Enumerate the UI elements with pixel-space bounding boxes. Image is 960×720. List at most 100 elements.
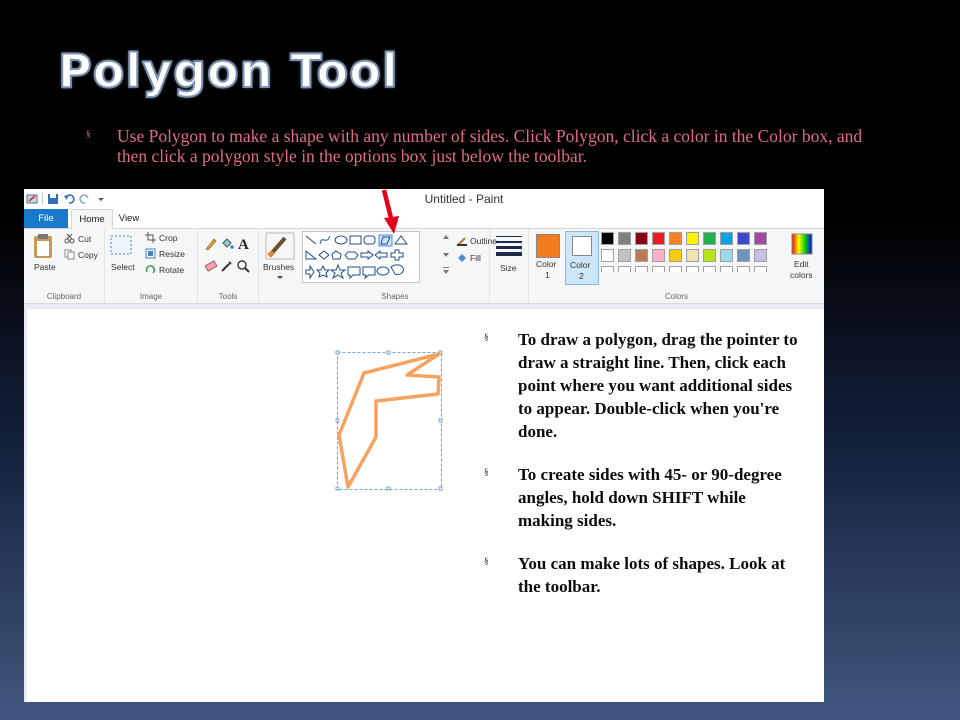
bullet-marker-icon: § [86,129,91,139]
fill-icon [458,254,466,262]
palette-swatch[interactable] [669,232,682,245]
edit-colors-icon[interactable] [791,233,813,255]
instruction-bullet-text: You can make lots of shapes. Look at the… [518,554,786,596]
rotate-icon [145,265,156,274]
red-arrow-icon [381,189,399,234]
palette-empty-swatch[interactable] [737,266,750,272]
colors-group-label: Colors [664,292,689,301]
palette-empty-swatch[interactable] [652,266,665,272]
crop-icon [145,232,156,243]
palette-swatch[interactable] [720,249,733,262]
brushes-button[interactable]: Brushes [263,262,294,272]
paste-icon[interactable] [32,233,54,259]
color1-number: 1 [545,270,550,280]
palette-swatch[interactable] [635,232,648,245]
shapes-group: Outline Fill Shapes [301,229,497,303]
tools-group: A Tools [198,229,259,303]
tab-home[interactable]: Home [71,209,113,230]
window-title: Untitled - Paint [424,192,504,206]
image-group-label: Image [139,292,163,301]
shapes-gallery[interactable] [302,231,420,283]
cut-button[interactable]: Cut [78,234,91,244]
text-tool-icon[interactable]: A [236,235,252,251]
palette-swatch[interactable] [703,232,716,245]
palette-empty-swatch[interactable] [720,266,733,272]
resize-button[interactable]: Resize [159,249,185,259]
select-icon[interactable] [110,235,132,257]
size-group: Size [490,229,529,303]
canvas-top-edge [24,304,824,309]
fill-button[interactable]: Fill [470,253,481,263]
palette-swatch[interactable] [754,249,767,262]
palette-swatch[interactable] [618,232,631,245]
instruction-bullet: § To create sides with 45- or 90-degree … [484,463,804,532]
crop-button[interactable]: Crop [159,233,177,243]
palette-swatch[interactable] [652,249,665,262]
color2-number: 2 [579,271,584,281]
ribbon: Paste Cut Copy Clipboard Select Crop Res… [24,229,824,304]
intro-bullet: § Use Polygon to make a shape with any n… [86,126,886,166]
colors-group: Color 1 Color 2 Edit colors Colors [529,229,824,303]
paste-button[interactable]: Paste [34,262,56,272]
palette-swatch[interactable] [737,249,750,262]
instruction-bullet: § To draw a polygon, drag the pointer to… [484,328,804,443]
instruction-bullet: § You can make lots of shapes. Look at t… [484,552,804,598]
palette-swatch[interactable] [686,249,699,262]
palette-empty-swatch[interactable] [635,266,648,272]
slide-title: Polygon Tool [57,43,399,99]
palette-empty-swatch[interactable] [703,266,716,272]
color2-swatch [572,236,592,256]
intro-bullet-text: Use Polygon to make a shape with any num… [117,126,863,166]
bullet-marker-icon: § [484,556,489,566]
palette-swatch[interactable] [703,249,716,262]
size-icon[interactable] [496,235,522,257]
image-group: Select Crop Resize Rotate Image [105,229,198,303]
palette-swatch[interactable] [601,249,614,262]
clipboard-group-label: Clipboard [46,292,82,301]
edit-colors-label-2[interactable]: colors [790,270,813,280]
copy-icon [64,249,75,260]
palette-swatch[interactable] [686,232,699,245]
drawn-polygon[interactable] [334,349,446,491]
brushes-icon[interactable] [265,232,295,260]
color2-button[interactable]: Color 2 [565,231,599,285]
instruction-bullet-text: To draw a polygon, drag the pointer to d… [518,330,798,441]
scissors-icon [64,233,75,244]
bullet-marker-icon: § [484,332,489,342]
paint-title-bar: Untitled - Paint [24,189,824,209]
pencil-icon[interactable] [204,237,218,251]
tab-file[interactable]: File [24,209,68,228]
tab-view[interactable]: View [112,209,146,228]
color2-label: Color [570,260,591,270]
copy-button[interactable]: Copy [78,250,98,260]
canvas-left-edge [24,304,27,702]
color-picker-icon[interactable] [220,259,234,273]
palette-empty-swatch[interactable] [601,266,614,272]
clipboard-group: Paste Cut Copy Clipboard [24,229,105,303]
magnifier-icon[interactable] [236,259,250,273]
color1-swatch [536,234,560,258]
palette-swatch[interactable] [601,232,614,245]
palette-empty-swatch[interactable] [754,266,767,272]
palette-empty-swatch[interactable] [618,266,631,272]
brushes-dropdown-icon[interactable] [276,275,284,281]
tools-group-label: Tools [218,292,238,301]
edit-colors-label[interactable]: Edit [794,259,809,269]
rotate-button[interactable]: Rotate [159,265,184,275]
select-button[interactable]: Select [111,262,135,272]
palette-empty-swatch[interactable] [686,266,699,272]
palette-empty-swatch[interactable] [669,266,682,272]
palette-swatch[interactable] [737,232,750,245]
palette-swatch[interactable] [720,232,733,245]
color1-button[interactable]: Color 1 [534,233,562,280]
palette-swatch[interactable] [618,249,631,262]
fill-bucket-icon[interactable] [220,237,234,251]
shapes-scroll-icon[interactable] [442,233,450,277]
palette-swatch[interactable] [635,249,648,262]
palette-swatch[interactable] [669,249,682,262]
palette-swatch[interactable] [754,232,767,245]
bullet-marker-icon: § [484,467,489,477]
eraser-icon[interactable] [204,259,218,273]
palette-swatch[interactable] [652,232,665,245]
size-button[interactable]: Size [500,263,517,273]
